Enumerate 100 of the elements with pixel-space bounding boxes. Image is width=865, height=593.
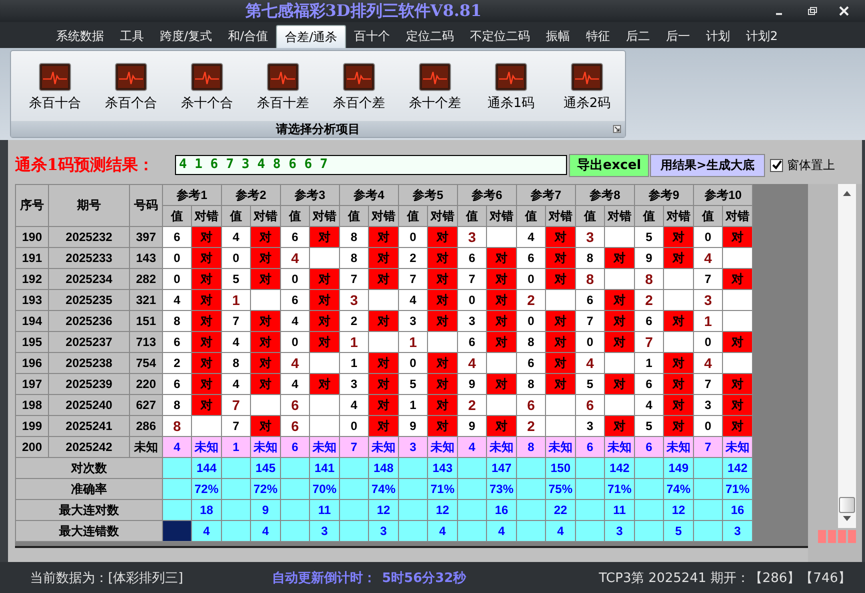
- menu-tab[interactable]: 计划: [698, 25, 738, 48]
- ribbon-button[interactable]: 通杀1码: [473, 63, 549, 121]
- table-cell: 5: [398, 374, 428, 394]
- table-cell: 4: [694, 352, 722, 374]
- menu-tab[interactable]: 百十个: [346, 25, 398, 48]
- table-cell: 1: [340, 332, 368, 352]
- menu-tab[interactable]: 系统数据: [48, 25, 112, 48]
- dialog-launcher-icon[interactable]: [613, 125, 621, 133]
- heartbeat-icon: [39, 63, 71, 91]
- table-cell: 未知: [310, 436, 340, 458]
- table-cell: 2: [340, 310, 368, 332]
- ribbon-button[interactable]: 杀百十合: [17, 63, 93, 121]
- menu-tab[interactable]: 后一: [658, 25, 698, 48]
- table-cell: 5: [576, 374, 604, 394]
- table-cell: 6: [576, 290, 604, 310]
- table-cell: 3: [694, 290, 722, 310]
- table-cell: 4: [280, 352, 310, 374]
- table-cell: 4: [280, 248, 310, 268]
- prediction-field[interactable]: 4 1 6 7 3 4 8 6 6 7: [175, 155, 567, 175]
- column-header: 值: [340, 206, 368, 226]
- table-cell: 7: [222, 416, 250, 436]
- table-cell: 最大连对数: [16, 500, 162, 520]
- table-cell: 71%: [722, 478, 752, 500]
- table-cell: 对: [546, 226, 576, 248]
- table-cell: 6: [634, 436, 664, 458]
- menu-tab[interactable]: 工具: [112, 25, 152, 48]
- table-cell: 9: [250, 500, 280, 520]
- table-cell: 对: [192, 394, 222, 416]
- table-cell: 11: [604, 500, 634, 520]
- table-cell: 4: [162, 290, 192, 310]
- menu-tab[interactable]: 特征: [578, 25, 618, 48]
- table-cell: 200: [16, 436, 48, 458]
- table-cell: 未知: [486, 436, 516, 458]
- export-button[interactable]: 导出excel: [569, 154, 649, 176]
- table-cell: 142: [722, 458, 752, 478]
- checkbox[interactable]: [770, 158, 783, 172]
- table-cell: 0: [162, 248, 192, 268]
- menu-tab[interactable]: 和/合值: [220, 25, 276, 48]
- scroll-thumb[interactable]: [839, 497, 855, 513]
- table-cell: 对: [368, 352, 398, 374]
- table-cell: 对: [368, 310, 398, 332]
- table-cell: 未知: [664, 436, 694, 458]
- table-cell: 2: [516, 416, 546, 436]
- table-cell: 3: [310, 520, 340, 542]
- table-cell: 8: [516, 436, 546, 458]
- ribbon-button[interactable]: 杀百个差: [321, 63, 397, 121]
- table-cell: 3: [368, 520, 398, 542]
- scroll-up-icon[interactable]: [843, 191, 851, 196]
- menu-tab[interactable]: 计划2: [738, 25, 786, 48]
- menu-tab[interactable]: 后二: [618, 25, 658, 48]
- table-cell: 4: [458, 436, 486, 458]
- table-cell: 2025234: [48, 268, 130, 290]
- table-cell: 1: [398, 332, 428, 352]
- table-cell: 2025232: [48, 226, 130, 248]
- table-cell: 4: [458, 352, 486, 374]
- table-cell: 12: [664, 500, 694, 520]
- table-cell: 2: [634, 290, 664, 310]
- generate-button[interactable]: 用结果>生成大底: [650, 154, 765, 176]
- table-cell: 未知: [428, 436, 458, 458]
- menu-tab[interactable]: 振幅: [538, 25, 578, 48]
- table-cell: 3: [458, 310, 486, 332]
- table-cell: 198: [16, 394, 48, 416]
- table-cell: 72%: [192, 478, 222, 500]
- table-cell: 未知: [604, 436, 634, 458]
- table-cell: 74%: [664, 478, 694, 500]
- table-cell: 对: [604, 290, 634, 310]
- table-cell: 6: [516, 394, 546, 416]
- menu-tab[interactable]: 不定位二码: [462, 25, 538, 48]
- table-cell: 对: [428, 248, 458, 268]
- table-cell: 对: [664, 248, 694, 268]
- ribbon-button[interactable]: 杀十个合: [169, 63, 245, 121]
- table-cell: 对: [250, 416, 280, 436]
- table-cell: 8: [162, 394, 192, 416]
- table-cell: 对: [664, 310, 694, 332]
- table-cell: 199: [16, 416, 48, 436]
- menu-tab[interactable]: 合差/通杀: [276, 25, 346, 48]
- table-cell: 对: [428, 394, 458, 416]
- table-cell: 对: [368, 226, 398, 248]
- ribbon-button[interactable]: 通杀2码: [549, 63, 625, 121]
- table-cell: 对: [604, 332, 634, 352]
- table-cell: 713: [130, 332, 162, 352]
- scroll-down-icon[interactable]: [843, 516, 851, 521]
- table-cell: 143: [130, 248, 162, 268]
- table-cell: 对: [664, 352, 694, 374]
- table-cell: 8: [516, 374, 546, 394]
- close-icon[interactable]: [839, 6, 849, 16]
- table-cell: 3: [576, 226, 604, 248]
- table-cell: 5: [222, 268, 250, 290]
- menu-tab[interactable]: 跨度/复式: [152, 25, 220, 48]
- restore-icon[interactable]: [807, 6, 817, 16]
- ribbon-button[interactable]: 杀百个合: [93, 63, 169, 121]
- ribbon-button[interactable]: 杀百十差: [245, 63, 321, 121]
- table-cell: 对: [192, 374, 222, 394]
- countdown-time: 5时56分32秒: [382, 570, 466, 586]
- scrollbar[interactable]: [838, 184, 856, 528]
- table-cell: 7: [634, 332, 664, 352]
- table-cell: 未知: [130, 436, 162, 458]
- menu-tab[interactable]: 定位二码: [398, 25, 462, 48]
- ribbon-button[interactable]: 杀十个差: [397, 63, 473, 121]
- table-cell: 对: [486, 268, 516, 290]
